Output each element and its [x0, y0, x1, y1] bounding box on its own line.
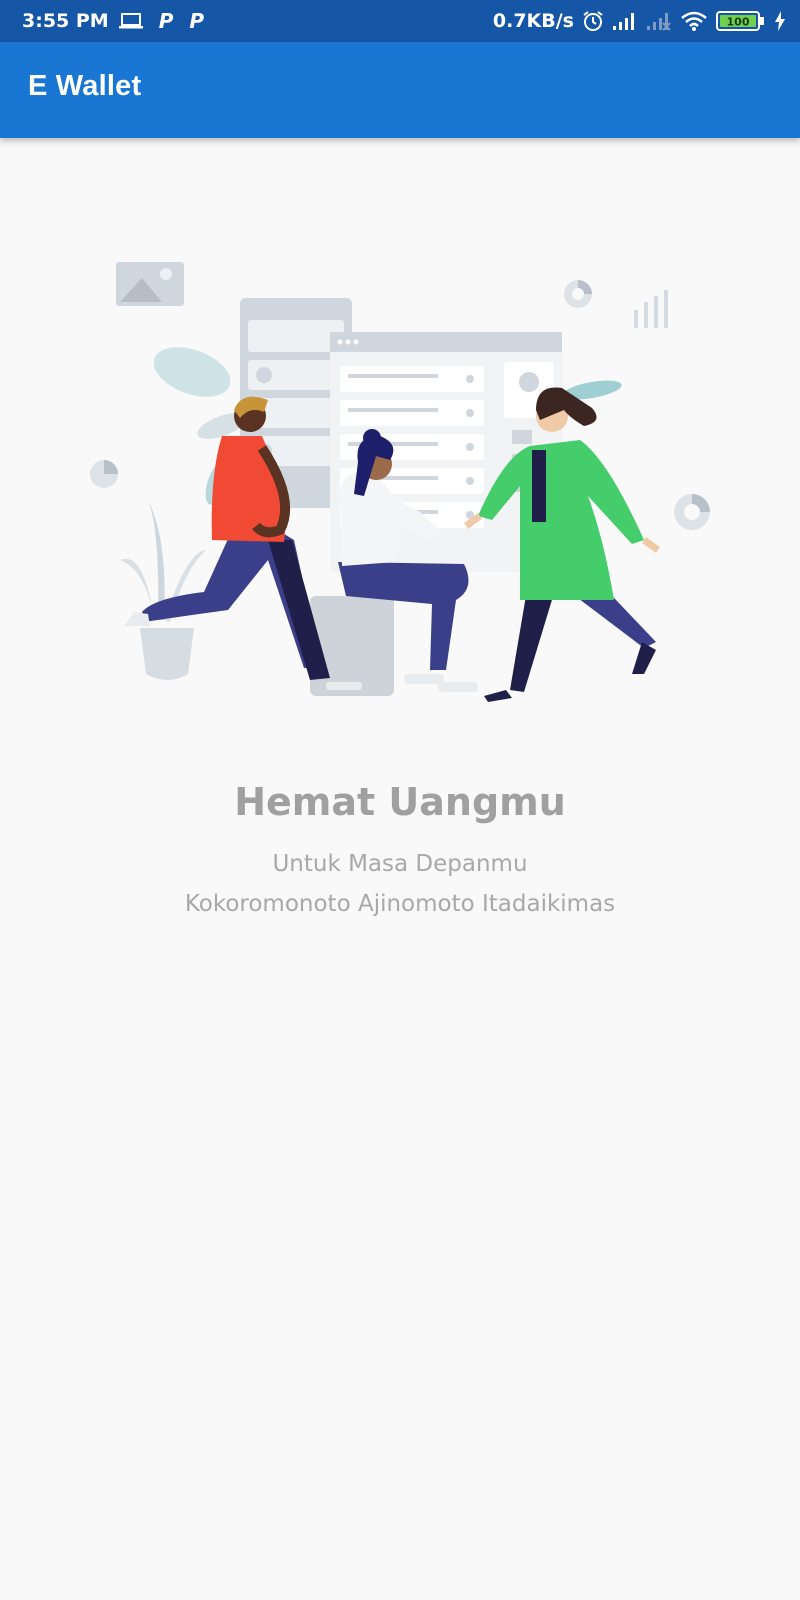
- battery-level: 100: [727, 16, 750, 29]
- potted-plant-icon: [120, 500, 206, 680]
- onboarding-headline: Hemat Uangmu: [234, 780, 566, 824]
- onboarding-subtitle-line2: Kokoromonoto Ajinomoto Itadaikimas: [184, 891, 616, 917]
- onboarding-subtitle-line1: Untuk Masa Depanmu: [272, 851, 528, 877]
- network-speed: 0.7KB/s: [492, 10, 574, 32]
- stool-icon: [310, 596, 394, 696]
- signal-no-service-icon: [646, 11, 672, 31]
- parking-p-icon: P: [189, 9, 205, 33]
- alarm-icon: [582, 10, 604, 32]
- bar-chart-icon: [634, 290, 668, 328]
- laptop-icon: [118, 12, 143, 30]
- charging-bolt-icon: [774, 11, 786, 31]
- status-time: 3:55 PM: [22, 10, 109, 32]
- status-bar: 3:55 PM P P 0.7KB/s 100: [0, 0, 800, 42]
- app-title: E Wallet: [28, 70, 142, 102]
- pie-chart-icon: [674, 494, 710, 530]
- parking-p-icon: P: [158, 9, 174, 33]
- status-right: 0.7KB/s 100: [493, 0, 786, 42]
- status-left: 3:55 PM P P: [22, 0, 204, 42]
- people-collaborating-illustration: [90, 262, 710, 702]
- pie-chart-icon: [564, 280, 592, 308]
- signal-icon: [612, 11, 638, 31]
- battery-icon: 100: [716, 10, 766, 32]
- wifi-icon: [680, 10, 708, 32]
- image-placeholder-icon: [116, 262, 184, 306]
- app-bar: E Wallet: [0, 42, 800, 138]
- pie-chart-icon: [90, 460, 118, 488]
